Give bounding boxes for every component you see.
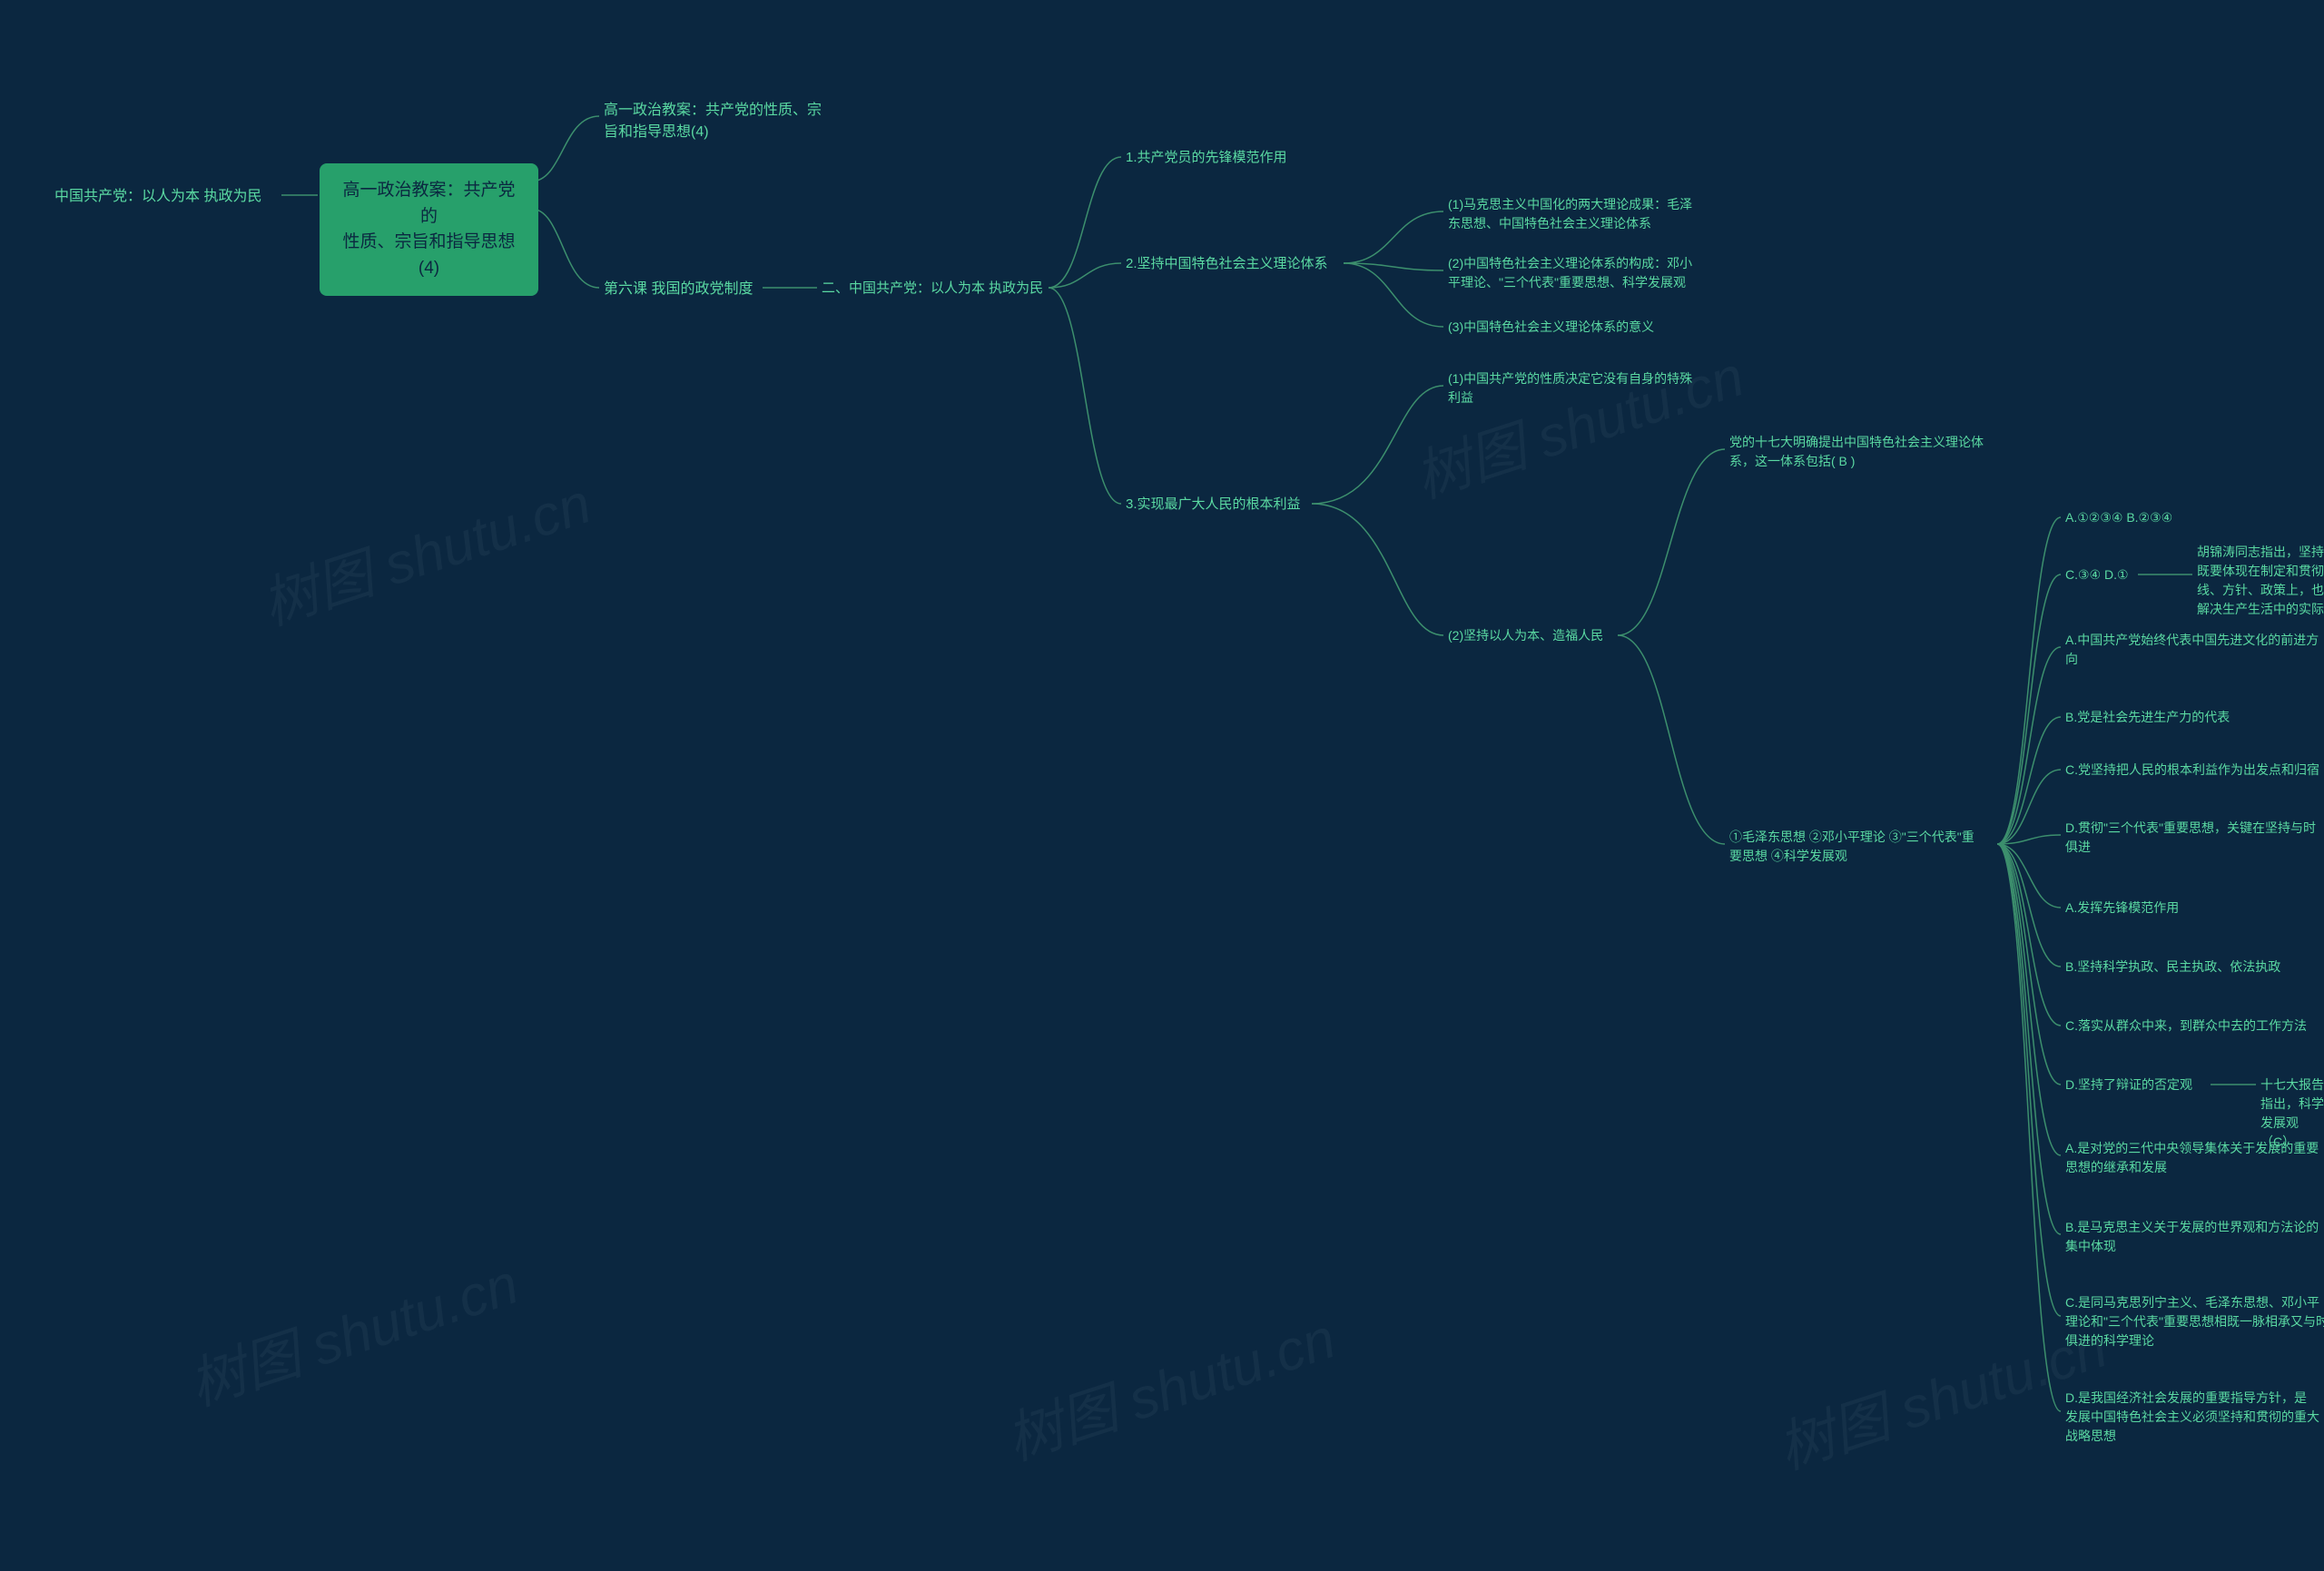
node-3-2-b-l1: ①毛泽东思想 ②邓小平理论 ③"三个代表"重 <box>1729 828 2002 847</box>
q3-d-label: D.坚持了辩证的否定观 <box>2065 1077 2192 1092</box>
q2-d-l1: D.贯彻"三个代表"重要思想，关键在坚持与时 <box>2065 819 2324 838</box>
q4-c-l1: C.是同马克思列宁主义、毛泽东思想、邓小平 <box>2065 1293 2324 1312</box>
root-left[interactable]: 中国共产党：以人为本 执政为民 <box>54 186 281 208</box>
q2-c-label: C.党坚持把人民的根本利益作为出发点和归宿 <box>2065 762 2319 777</box>
node-3-2[interactable]: (2)坚持以人为本、造福人民 <box>1448 626 1603 645</box>
q4-c-l3: 俱进的科学理论 <box>2065 1331 2324 1350</box>
q4-b-l1: B.是马克思主义关于发展的世界观和方法论的 <box>2065 1218 2324 1237</box>
q4-a[interactable]: A.是对党的三代中央领导集体关于发展的重要 思想的继承和发展 <box>2065 1139 2324 1177</box>
node-3-2-a-l1: 党的十七大明确提出中国特色社会主义理论体 <box>1729 433 2011 452</box>
opt-c1-note[interactable]: 胡锦涛同志指出，坚持立党为公、执政为民, 既要体现在制定和贯彻符合人民群众利益的… <box>2197 543 2324 619</box>
node-2-3[interactable]: (3)中国特色社会主义理论体系的意义 <box>1448 318 1654 337</box>
node-2-2[interactable]: (2)中国特色社会主义理论体系的构成：邓小 平理论、"三个代表"重要思想、科学发… <box>1448 254 1729 292</box>
q4-d-l1: D.是我国经济社会发展的重要指导方针，是 <box>2065 1389 2324 1408</box>
central-line1: 高一政治教案：共产党的 <box>336 178 522 230</box>
node-2-1-l1: (1)马克思主义中国化的两大理论成果：毛泽 <box>1448 195 1729 214</box>
q3-a-label: A.发挥先锋模范作用 <box>2065 900 2179 915</box>
watermark: 树图 shutu.cn <box>250 457 599 641</box>
opt-c1-note-l1: 胡锦涛同志指出，坚持立党为公、执政为民, <box>2197 543 2324 562</box>
node-3-1-l2: 利益 <box>1448 388 1729 407</box>
opt-c1-note-l2: 既要体现在制定和贯彻符合人民群众利益的路 <box>2197 562 2324 581</box>
root-left-label: 中国共产党：以人为本 执政为民 <box>54 189 261 204</box>
node-2-1-l2: 东思想、中国特色社会主义理论体系 <box>1448 214 1729 233</box>
branch-2-1[interactable]: 二、中国共产党：以人为本 执政为民 <box>822 279 1043 299</box>
node-2-3-label: (3)中国特色社会主义理论体系的意义 <box>1448 319 1654 334</box>
node-2-2-l2: 平理论、"三个代表"重要思想、科学发展观 <box>1448 273 1729 292</box>
opt-c1-note-l4: 解决生产生活中的实际问题上。这表明( C ) <box>2197 600 2324 619</box>
watermark: 树图 shutu.cn <box>177 1238 527 1421</box>
branch-2[interactable]: 第六课 我国的政党制度 <box>604 279 753 300</box>
branch-2-label: 第六课 我国的政党制度 <box>604 281 753 297</box>
node-3-label: 3.实现最广大人民的根本利益 <box>1126 496 1301 512</box>
q3-b-label: B.坚持科学执政、民主执政、依法执政 <box>2065 959 2280 974</box>
opt-c1[interactable]: C.③④ D.① <box>2065 565 2129 584</box>
watermark: 树图 shutu.cn <box>1403 330 1752 514</box>
branch-2-1-label: 二、中国共产党：以人为本 执政为民 <box>822 280 1043 296</box>
branch-1-l2: 旨和指导思想(4) <box>604 122 840 143</box>
q4-a-l2: 思想的继承和发展 <box>2065 1158 2324 1177</box>
q4-d-l3: 战略思想 <box>2065 1427 2324 1446</box>
q3-c[interactable]: C.落实从群众中来，到群众中去的工作方法 <box>2065 1016 2307 1036</box>
node-2[interactable]: 2.坚持中国特色社会主义理论体系 <box>1126 254 1328 275</box>
q4-a-l1: A.是对党的三代中央领导集体关于发展的重要 <box>2065 1139 2324 1158</box>
node-3-1-l1: (1)中国共产党的性质决定它没有自身的特殊 <box>1448 369 1729 388</box>
node-3-1[interactable]: (1)中国共产党的性质决定它没有自身的特殊 利益 <box>1448 369 1729 407</box>
opt-a1[interactable]: A.①②③④ B.②③④ <box>2065 508 2172 527</box>
watermark: 树图 shutu.cn <box>1766 1301 2115 1485</box>
node-3-2-a-l2: 系，这一体系包括( B ) <box>1729 452 2011 471</box>
node-3-2-label: (2)坚持以人为本、造福人民 <box>1448 628 1603 643</box>
node-2-label: 2.坚持中国特色社会主义理论体系 <box>1126 256 1328 271</box>
q2-c[interactable]: C.党坚持把人民的根本利益作为出发点和归宿 <box>2065 761 2319 780</box>
q2-d-l2: 俱进 <box>2065 838 2324 857</box>
opt-c1-note-l3: 线、方针、政策上，也要体现在帮助人民群众 <box>2197 581 2324 600</box>
q4-c-l2: 理论和"三个代表"重要思想相既一脉相承又与时 <box>2065 1312 2324 1331</box>
watermark: 树图 shutu.cn <box>994 1292 1344 1476</box>
q2-b[interactable]: B.党是社会先进生产力的代表 <box>2065 708 2230 727</box>
node-3-2-b[interactable]: ①毛泽东思想 ②邓小平理论 ③"三个代表"重 要思想 ④科学发展观 <box>1729 828 2002 866</box>
q2-d[interactable]: D.贯彻"三个代表"重要思想，关键在坚持与时 俱进 <box>2065 819 2324 857</box>
q4-b[interactable]: B.是马克思主义关于发展的世界观和方法论的 集中体现 <box>2065 1218 2324 1256</box>
q4-b-l2: 集中体现 <box>2065 1237 2324 1256</box>
branch-1-l1: 高一政治教案：共产党的性质、宗 <box>604 100 840 122</box>
node-3-2-a[interactable]: 党的十七大明确提出中国特色社会主义理论体 系，这一体系包括( B ) <box>1729 433 2011 471</box>
central-node[interactable]: 高一政治教案：共产党的 性质、宗旨和指导思想(4) <box>320 163 538 296</box>
node-1[interactable]: 1.共产党员的先锋模范作用 <box>1126 148 1287 169</box>
opt-a1-label: A.①②③④ B.②③④ <box>2065 510 2172 525</box>
q2-a-l2: 向 <box>2065 650 2324 669</box>
q2-a-l1: A.中国共产党始终代表中国先进文化的前进方 <box>2065 631 2324 650</box>
node-2-2-l1: (2)中国特色社会主义理论体系的构成：邓小 <box>1448 254 1729 273</box>
node-3[interactable]: 3.实现最广大人民的根本利益 <box>1126 495 1301 515</box>
q3-d[interactable]: D.坚持了辩证的否定观 <box>2065 1075 2192 1095</box>
q2-b-label: B.党是社会先进生产力的代表 <box>2065 710 2230 724</box>
q3-c-label: C.落实从群众中来，到群众中去的工作方法 <box>2065 1018 2307 1033</box>
q4-c[interactable]: C.是同马克思列宁主义、毛泽东思想、邓小平 理论和"三个代表"重要思想相既一脉相… <box>2065 1293 2324 1350</box>
q4-d[interactable]: D.是我国经济社会发展的重要指导方针，是 发展中国特色社会主义必须坚持和贯彻的重… <box>2065 1389 2324 1446</box>
branch-1[interactable]: 高一政治教案：共产党的性质、宗 旨和指导思想(4) <box>604 100 840 143</box>
q4-d-l2: 发展中国特色社会主义必须坚持和贯彻的重大 <box>2065 1408 2324 1427</box>
node-3-2-b-l2: 要思想 ④科学发展观 <box>1729 847 2002 866</box>
q3-b[interactable]: B.坚持科学执政、民主执政、依法执政 <box>2065 957 2280 977</box>
mindmap-canvas: 树图 shutu.cn 树图 shutu.cn 树图 shutu.cn 树图 s… <box>0 0 2324 1571</box>
node-2-1[interactable]: (1)马克思主义中国化的两大理论成果：毛泽 东思想、中国特色社会主义理论体系 <box>1448 195 1729 233</box>
central-line2: 性质、宗旨和指导思想(4) <box>336 230 522 281</box>
node-1-label: 1.共产党员的先锋模范作用 <box>1126 150 1287 165</box>
q3-a[interactable]: A.发挥先锋模范作用 <box>2065 898 2179 918</box>
opt-c1-label: C.③④ D.① <box>2065 567 2129 582</box>
q2-a[interactable]: A.中国共产党始终代表中国先进文化的前进方 向 <box>2065 631 2324 669</box>
